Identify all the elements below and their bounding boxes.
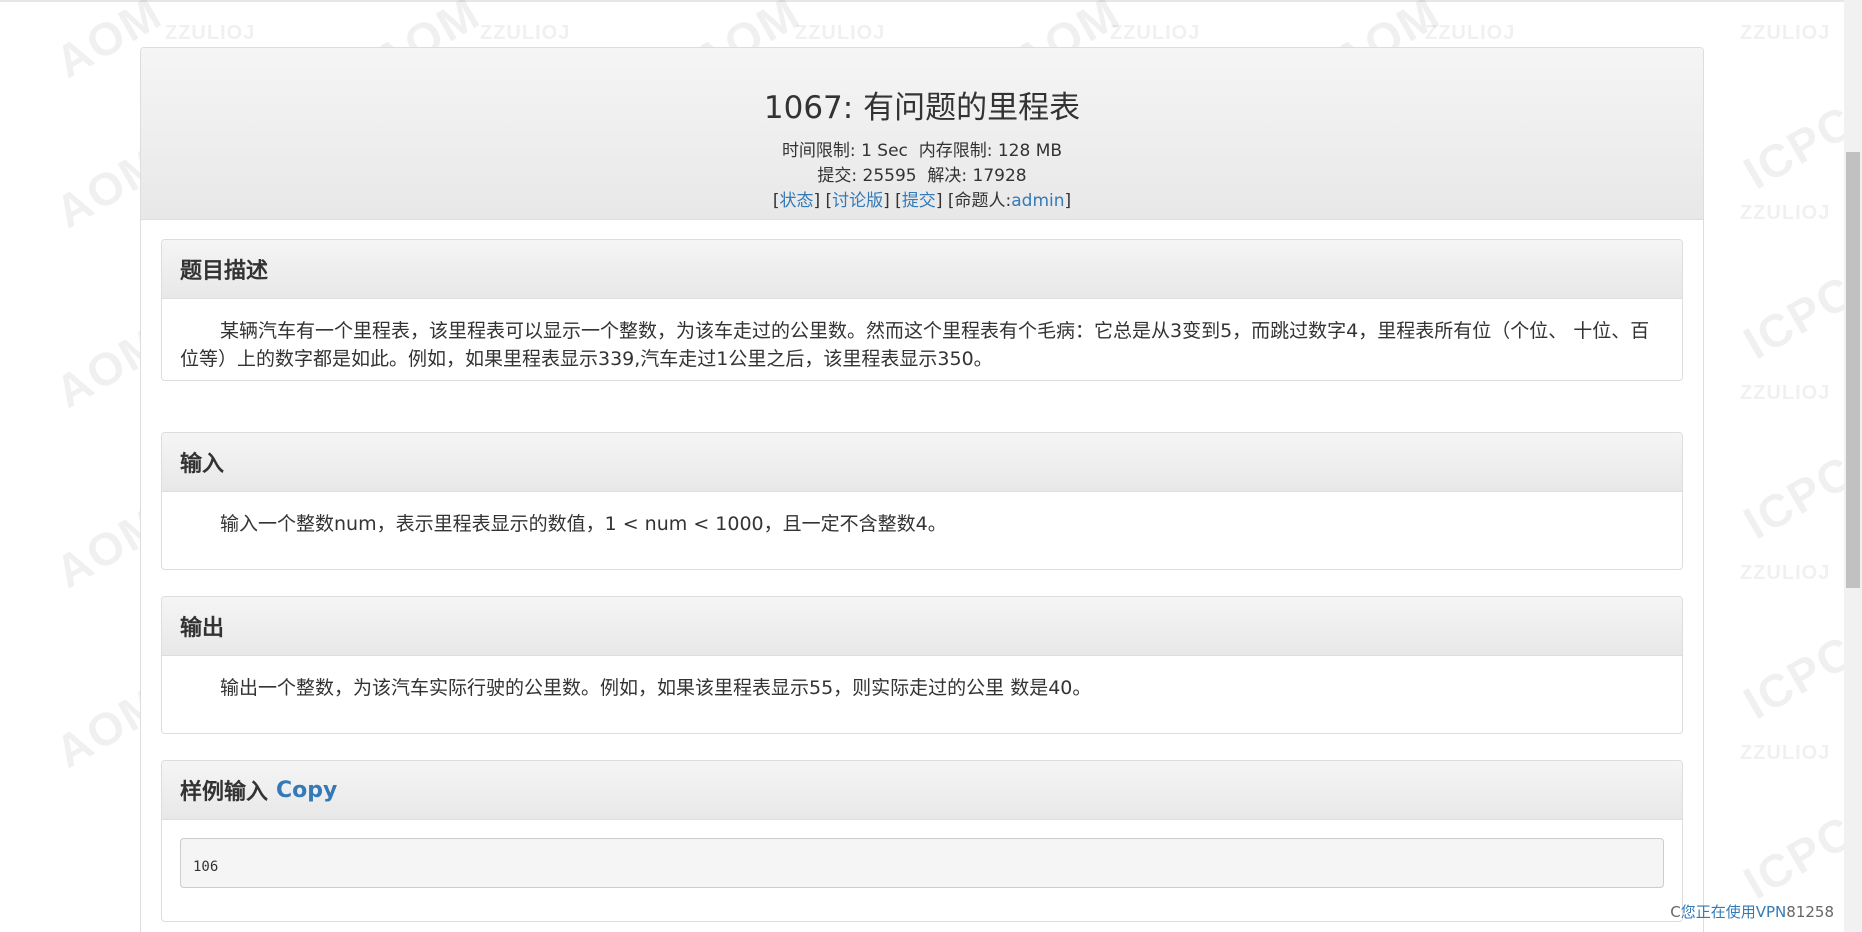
watermark-zzulioj: ZZULIOJ [795,22,886,44]
watermark-icpc: ICPC [1734,95,1862,199]
problem-panel: 1067: 有问题的里程表 时间限制: 1 Sec 内存限制: 128 MB 提… [140,47,1704,932]
sample-input-data[interactable]: 106 [180,838,1664,888]
sample-input-body: 106 [162,820,1682,888]
watermark-zzulioj: ZZULIOJ [1740,202,1831,224]
description-section: 题目描述 某辆汽车有一个里程表，该里程表可以显示一个整数，为该车走过的公里数。然… [161,239,1683,381]
discuss-link[interactable]: 讨论版 [832,191,883,211]
watermark-zzulioj: ZZULIOJ [165,22,256,44]
watermark-zzulioj: ZZULIOJ [1425,22,1516,44]
output-text: 输出一个整数，为该汽车实际行驶的公里数。例如，如果该里程表显示55，则实际走过的… [220,677,1092,699]
watermark-icpc: ICPC [1734,445,1862,549]
input-section: 输入 输入一个整数num，表示里程表显示的数值，1 < num < 1000，且… [161,432,1683,570]
input-text: 输入一个整数num，表示里程表显示的数值，1 < num < 1000，且一定不… [220,513,947,535]
output-section: 输出 输出一个整数，为该汽车实际行驶的公里数。例如，如果该里程表显示55，则实际… [161,596,1683,734]
output-body: 输出一个整数，为该汽车实际行驶的公里数。例如，如果该里程表显示55，则实际走过的… [162,656,1682,702]
time-limit-value: 1 Sec [861,141,908,161]
watermark-zzulioj: ZZULIOJ [1740,562,1831,584]
description-body: 某辆汽车有一个里程表，该里程表可以显示一个整数，为该车走过的公里数。然而这个里程… [162,299,1682,373]
watermark-zzulioj: ZZULIOJ [1740,22,1831,44]
status-link[interactable]: 状态 [779,191,813,211]
submit-count-label: 提交: [817,166,858,186]
input-body: 输入一个整数num，表示里程表显示的数值，1 < num < 1000，且一定不… [162,492,1682,538]
top-divider [0,0,1844,2]
watermark-icpc: ICPC [1734,625,1862,729]
problem-links: [状态] [讨论版] [提交] [命题人:admin] [772,191,1072,211]
sample-input-header: 样例输入 Copy [162,761,1682,820]
watermark-icpc: ICPC [1734,265,1862,369]
vertical-scrollbar[interactable] [1844,0,1862,932]
time-limit-label: 时间限制: [781,141,856,161]
input-heading: 输入 [162,433,1682,492]
memory-limit-value: 128 MB [997,141,1063,161]
submit-count: 25595 [862,166,917,186]
sample-input-section: 样例输入 Copy 106 [161,760,1683,922]
vpn-notice: C您正在使用VPN81258 [1670,901,1834,922]
watermark-zzulioj: ZZULIOJ [1740,382,1831,404]
scrollbar-thumb[interactable] [1846,152,1860,588]
solved-count: 17928 [972,166,1027,186]
author-link[interactable]: admin [1011,191,1064,211]
corner-suffix: 81258 [1786,903,1834,921]
sample-input-heading: 样例输入 [180,780,269,805]
stats-line: 提交: 25595 解决: 17928 [141,164,1703,189]
description-heading: 题目描述 [162,240,1682,299]
description-text: 某辆汽车有一个里程表，该里程表可以显示一个整数，为该车走过的公里数。然而这个里程… [180,320,1650,370]
watermark-zzulioj: ZZULIOJ [1110,22,1201,44]
solved-count-label: 解决: [927,166,968,186]
submit-link[interactable]: 提交 [902,191,936,211]
watermark-zzulioj: ZZULIOJ [480,22,571,44]
watermark-icpc: ICPC [1734,805,1862,909]
problem-title: 1067: 有问题的里程表 [763,90,1081,126]
vpn-notice-text: 您正在使用VPN [1680,903,1787,921]
problem-header: 1067: 有问题的里程表 时间限制: 1 Sec 内存限制: 128 MB 提… [141,48,1703,220]
output-heading: 输出 [162,597,1682,656]
watermark-zzulioj: ZZULIOJ [1740,742,1831,764]
browser-viewport: AOM AOM AOM AOM AOM AOM AOM AOM AOM ICPC… [0,0,1862,932]
memory-limit-label: 内存限制: [918,141,993,161]
copy-button[interactable]: Copy [276,778,337,803]
author-label: [命题人: [947,191,1012,211]
corner-prefix: C [1670,903,1681,921]
limits-line: 时间限制: 1 Sec 内存限制: 128 MB [141,139,1703,164]
